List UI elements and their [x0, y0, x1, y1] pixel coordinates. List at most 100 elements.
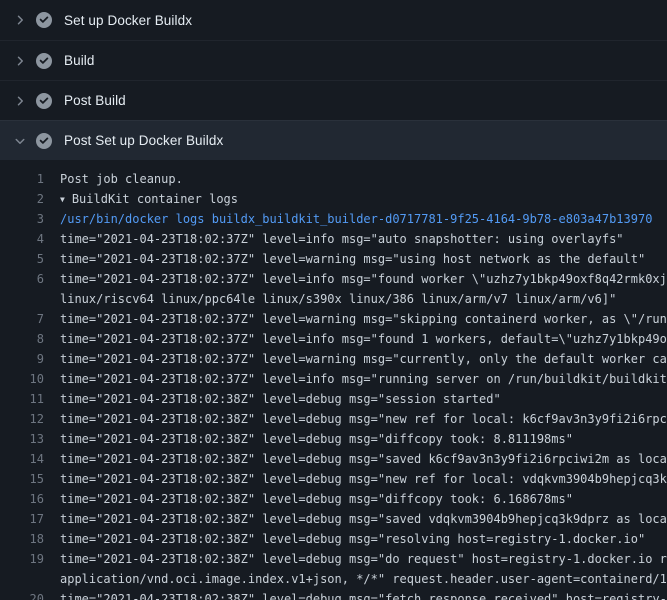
line-number[interactable]: 9 [0, 349, 60, 369]
log-line-text: time="2021-04-23T18:02:38Z" level=debug … [60, 489, 667, 509]
log-text: linux/riscv64 linux/ppc64le linux/s390x … [60, 292, 616, 306]
log-line-text: time="2021-04-23T18:02:38Z" level=debug … [60, 509, 667, 529]
log-line: 2 ▼ BuildKit container logs [0, 189, 667, 209]
line-number[interactable] [0, 569, 60, 589]
log-line: application/vnd.oci.image.index.v1+json,… [0, 569, 667, 589]
log-text: application/vnd.oci.image.index.v1+json,… [60, 572, 667, 586]
line-number[interactable]: 19 [0, 549, 60, 569]
log-line: 5 time="2021-04-23T18:02:37Z" level=warn… [0, 249, 667, 269]
step-header[interactable]: Post Set up Docker Buildx [0, 120, 667, 160]
line-number[interactable]: 11 [0, 389, 60, 409]
log-line-text: application/vnd.oci.image.index.v1+json,… [60, 569, 667, 589]
log-line: 16 time="2021-04-23T18:02:38Z" level=deb… [0, 489, 667, 509]
line-number[interactable]: 12 [0, 409, 60, 429]
line-number[interactable]: 18 [0, 529, 60, 549]
log-line: 14 time="2021-04-23T18:02:38Z" level=deb… [0, 449, 667, 469]
line-number[interactable]: 16 [0, 489, 60, 509]
log-line: 12 time="2021-04-23T18:02:38Z" level=deb… [0, 409, 667, 429]
check-circle-icon [36, 93, 52, 109]
line-number[interactable]: 7 [0, 309, 60, 329]
log-line: 19 time="2021-04-23T18:02:38Z" level=deb… [0, 549, 667, 569]
step-label: Set up Docker Buildx [64, 13, 192, 28]
log-text: time="2021-04-23T18:02:38Z" level=debug … [60, 492, 573, 506]
log-text: time="2021-04-23T18:02:37Z" level=warnin… [60, 312, 667, 326]
log-text: time="2021-04-23T18:02:37Z" level=info m… [60, 372, 667, 386]
log-line-text: time="2021-04-23T18:02:38Z" level=debug … [60, 409, 667, 429]
log-line: 3 /usr/bin/docker logs buildx_buildkit_b… [0, 209, 667, 229]
line-number[interactable] [0, 289, 60, 309]
line-number[interactable]: 5 [0, 249, 60, 269]
chevron-right-icon [12, 53, 28, 69]
log-line: 20 time="2021-04-23T18:02:38Z" level=deb… [0, 589, 667, 600]
log-text: time="2021-04-23T18:02:38Z" level=debug … [60, 532, 645, 546]
log-line-text: time="2021-04-23T18:02:38Z" level=debug … [60, 449, 667, 469]
log-text: /usr/bin/docker logs buildx_buildkit_bui… [60, 212, 652, 226]
line-number[interactable]: 15 [0, 469, 60, 489]
line-number[interactable]: 1 [0, 169, 60, 189]
log-line-text: Post job cleanup. [60, 169, 667, 189]
log-line-text: time="2021-04-23T18:02:37Z" level=info m… [60, 329, 667, 349]
step-header[interactable]: Set up Docker Buildx [0, 0, 667, 40]
log-text: time="2021-04-23T18:02:38Z" level=debug … [60, 552, 667, 566]
log-line-text: time="2021-04-23T18:02:37Z" level=info m… [60, 369, 667, 389]
check-circle-icon [36, 133, 52, 149]
log-lines: 1 Post job cleanup. 2 ▼ BuildKit containe… [0, 160, 667, 600]
log-text: time="2021-04-23T18:02:37Z" level=info m… [60, 232, 624, 246]
line-number[interactable]: 20 [0, 589, 60, 600]
step-label: Post Set up Docker Buildx [64, 133, 223, 148]
log-line-text: ▼ BuildKit container logs [60, 189, 667, 209]
log-text: time="2021-04-23T18:02:38Z" level=debug … [60, 452, 667, 466]
log-line: 10 time="2021-04-23T18:02:37Z" level=inf… [0, 369, 667, 389]
log-line-text: time="2021-04-23T18:02:38Z" level=debug … [60, 589, 667, 600]
line-number[interactable]: 13 [0, 429, 60, 449]
line-number[interactable]: 8 [0, 329, 60, 349]
step-header[interactable]: Post Build [0, 80, 667, 120]
log-text: time="2021-04-23T18:02:38Z" level=debug … [60, 592, 667, 600]
log-line: 4 time="2021-04-23T18:02:37Z" level=info… [0, 229, 667, 249]
line-number[interactable]: 2 [0, 189, 60, 209]
log-text: time="2021-04-23T18:02:37Z" level=warnin… [60, 252, 645, 266]
line-number[interactable]: 17 [0, 509, 60, 529]
log-text: time="2021-04-23T18:02:37Z" level=info m… [60, 332, 667, 346]
log-line-text: time="2021-04-23T18:02:37Z" level=info m… [60, 269, 667, 289]
log-text: Post job cleanup. [60, 172, 183, 186]
step-header[interactable]: Build [0, 40, 667, 80]
log-text: time="2021-04-23T18:02:37Z" level=warnin… [60, 352, 667, 366]
steps-list: Set up Docker Buildx Build Post Buil [0, 0, 667, 160]
log-line-text: time="2021-04-23T18:02:38Z" level=debug … [60, 429, 667, 449]
log-line: 6 time="2021-04-23T18:02:37Z" level=info… [0, 269, 667, 289]
line-number[interactable]: 4 [0, 229, 60, 249]
log-text: time="2021-04-23T18:02:38Z" level=debug … [60, 412, 667, 426]
log-text: time="2021-04-23T18:02:38Z" level=debug … [60, 512, 667, 526]
chevron-down-icon [12, 133, 28, 149]
log-line-text: linux/riscv64 linux/ppc64le linux/s390x … [60, 289, 667, 309]
step-label: Post Build [64, 93, 126, 108]
line-number[interactable]: 10 [0, 369, 60, 389]
line-number[interactable]: 6 [0, 269, 60, 289]
line-number[interactable]: 3 [0, 209, 60, 229]
log-line-text: time="2021-04-23T18:02:38Z" level=debug … [60, 469, 667, 489]
log-text: time="2021-04-23T18:02:38Z" level=debug … [60, 472, 667, 486]
log-text: time="2021-04-23T18:02:38Z" level=debug … [60, 432, 573, 446]
check-circle-icon [36, 53, 52, 69]
triangle-down-icon[interactable]: ▼ [60, 190, 65, 209]
log-line-text: time="2021-04-23T18:02:38Z" level=debug … [60, 549, 667, 569]
log-line-text: time="2021-04-23T18:02:38Z" level=debug … [60, 529, 667, 549]
log-line: 7 time="2021-04-23T18:02:37Z" level=warn… [0, 309, 667, 329]
log-line: 11 time="2021-04-23T18:02:38Z" level=deb… [0, 389, 667, 409]
chevron-right-icon [12, 12, 28, 28]
log-line: 1 Post job cleanup. [0, 169, 667, 189]
log-line-text: time="2021-04-23T18:02:37Z" level=warnin… [60, 349, 667, 369]
log-line: 13 time="2021-04-23T18:02:38Z" level=deb… [0, 429, 667, 449]
log-line: 8 time="2021-04-23T18:02:37Z" level=info… [0, 329, 667, 349]
log-line-text: time="2021-04-23T18:02:38Z" level=debug … [60, 389, 667, 409]
log-line-text: time="2021-04-23T18:02:37Z" level=info m… [60, 229, 667, 249]
log-text[interactable]: BuildKit container logs [72, 192, 238, 206]
check-circle-icon [36, 12, 52, 28]
line-number[interactable]: 14 [0, 449, 60, 469]
log-line: linux/riscv64 linux/ppc64le linux/s390x … [0, 289, 667, 309]
log-line: 17 time="2021-04-23T18:02:38Z" level=deb… [0, 509, 667, 529]
log-line: 18 time="2021-04-23T18:02:38Z" level=deb… [0, 529, 667, 549]
log-text: time="2021-04-23T18:02:38Z" level=debug … [60, 392, 501, 406]
log-line-text: time="2021-04-23T18:02:37Z" level=warnin… [60, 249, 667, 269]
